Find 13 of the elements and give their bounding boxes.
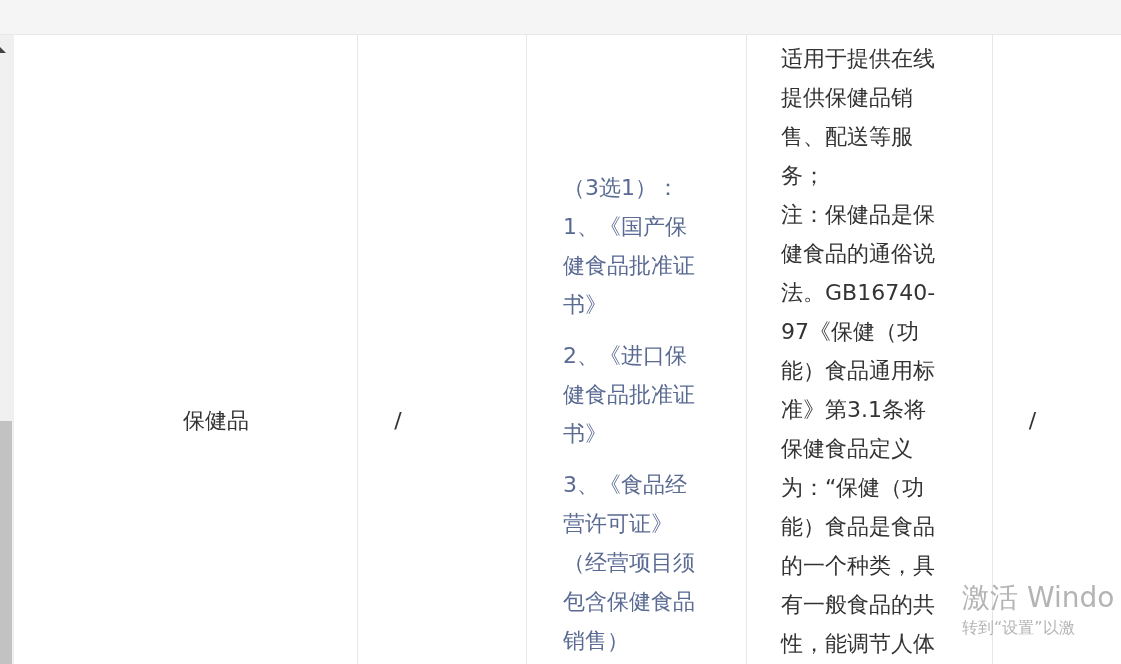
activation-notice-title: 激活 Windo [962, 580, 1115, 616]
scroll-up-icon[interactable] [0, 47, 8, 55]
license-requirement: 2、《进口保健食品批准证书》 [563, 342, 696, 448]
license-requirement: 3、《食品经营许可证》（经营项目须包含保健食品销售） [563, 471, 696, 655]
table-cell-text: / [394, 406, 402, 435]
activation-notice-text: 转到“设置”以激 [962, 617, 1076, 639]
license-requirement: （3选1）： 1、《国产保健食品批准证书》 [563, 174, 696, 319]
scroll-thumb[interactable] [0, 421, 12, 664]
table-cell-text: 保健品 [182, 406, 249, 435]
scope-description: 注：保健品是保健食品的通俗说法。GB16740-97《保健（功能）食品通用标准》第3.1条将保健食品定义为：“保健（功能）食品是食品的一个种类，具有一般食品的共性，能调节人体 [781, 201, 937, 658]
table-cell-text: / [1028, 406, 1037, 435]
scope-description: 适用于提供在线提供保健品销售、配送等服务； [781, 45, 936, 190]
scrollbar[interactable] [0, 35, 14, 664]
